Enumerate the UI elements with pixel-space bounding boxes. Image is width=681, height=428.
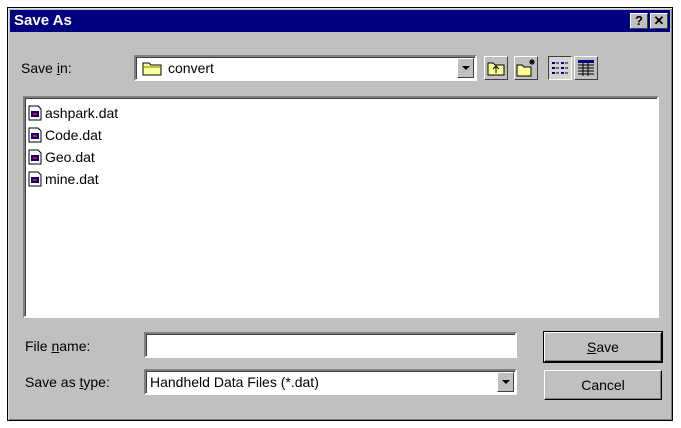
list-item[interactable]: Code.dat <box>28 124 102 145</box>
save-in-dropdown[interactable]: convert <box>134 55 477 81</box>
save-as-dialog: Save As ? ✕ Save in: convert ashpark.dat… <box>7 7 673 421</box>
help-button[interactable]: ? <box>630 13 648 29</box>
list-view-icon <box>552 62 568 74</box>
file-icon <box>28 171 42 186</box>
file-icon <box>28 149 42 164</box>
file-name: mine.dat <box>45 170 99 187</box>
save-as-type-label: Save as type: <box>25 374 110 390</box>
cancel-button[interactable]: Cancel <box>544 370 662 400</box>
title-bar: Save As ? ✕ <box>10 10 670 32</box>
file-name-label: File name: <box>25 338 91 354</box>
save-in-label: Save in: <box>21 60 72 76</box>
details-view-icon <box>578 60 594 76</box>
file-name-field[interactable] <box>144 332 517 358</box>
file-list[interactable]: ashpark.dat Code.dat Geo.dat mine.dat <box>23 96 659 318</box>
new-folder-button[interactable] <box>514 56 538 80</box>
file-icon <box>28 105 42 120</box>
save-as-type-dropdown-arrow[interactable] <box>497 372 514 392</box>
details-view-button[interactable] <box>574 56 598 80</box>
new-folder-icon <box>516 59 535 77</box>
save-in-value: convert <box>168 60 214 76</box>
list-view-button[interactable] <box>548 56 572 80</box>
list-item[interactable]: Geo.dat <box>28 146 95 167</box>
up-one-level-icon <box>487 62 505 76</box>
list-item[interactable]: mine.dat <box>28 168 99 189</box>
save-button[interactable]: Save <box>543 331 663 363</box>
file-name: ashpark.dat <box>45 104 119 121</box>
save-as-type-value: Handheld Data Files (*.dat) <box>150 374 319 390</box>
close-button[interactable]: ✕ <box>650 13 668 29</box>
file-name: Code.dat <box>45 126 102 143</box>
list-item[interactable]: ashpark.dat <box>28 102 118 123</box>
save-in-dropdown-arrow[interactable] <box>457 58 474 78</box>
file-icon <box>28 127 42 142</box>
save-as-type-dropdown[interactable]: Handheld Data Files (*.dat) <box>144 369 517 395</box>
up-one-level-button[interactable] <box>484 56 508 80</box>
folder-icon <box>142 62 162 76</box>
file-name: Geo.dat <box>45 148 95 165</box>
window-title: Save As <box>14 12 72 29</box>
